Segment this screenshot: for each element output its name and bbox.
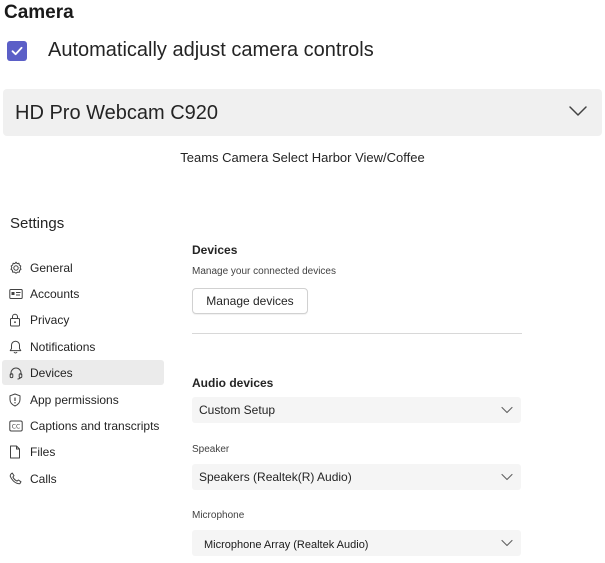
microphone-label: Microphone [192,510,245,521]
sidebar-item-label: Privacy [30,312,70,327]
manage-devices-button[interactable]: Manage devices [192,288,308,314]
sidebar-item-calls[interactable]: Calls [2,466,164,491]
chevron-down-icon [569,106,587,116]
gear-icon [9,260,29,276]
auto-adjust-label[interactable]: Automatically adjust camera controls [48,39,374,62]
checkmark-icon [11,46,23,56]
sidebar-item-label: App permissions [30,392,119,407]
sidebar-item-accounts[interactable]: Accounts [2,281,164,306]
settings-title: Settings [10,215,65,232]
sidebar-item-label: Notifications [30,339,96,354]
cc-icon: CC [9,418,29,434]
sidebar-item-label: Accounts [30,286,80,301]
background-caption: Teams Camera Select Harbor View/Coffee [180,150,425,165]
chevron-down-icon [501,406,513,414]
file-icon [9,444,29,460]
audio-devices-title: Audio devices [192,376,274,390]
sidebar-item-label: General [30,260,73,275]
lock-icon [9,312,29,328]
bell-icon [9,339,29,355]
section-divider [192,333,522,334]
sidebar-item-devices[interactable]: Devices [2,360,164,385]
sidebar-item-notifications[interactable]: Notifications [2,334,164,359]
phone-icon [9,471,29,487]
speaker-label: Speaker [192,444,230,455]
devices-subtitle: Manage your connected devices [192,266,336,277]
shield-icon [9,392,29,408]
sidebar-item-general[interactable]: General [2,255,164,280]
svg-text:CC: CC [12,423,20,430]
sidebar-item-label: Calls [30,471,57,486]
camera-select[interactable]: HD Pro Webcam C920 [3,89,602,136]
auto-adjust-checkbox[interactable] [7,41,27,61]
sidebar-item-label: Devices [30,365,73,380]
chevron-down-icon [501,539,513,547]
chevron-down-icon [501,473,513,481]
sidebar-item-privacy[interactable]: Privacy [2,307,164,332]
microphone-value: Microphone Array (Realtek Audio) [204,539,369,551]
devices-title: Devices [192,243,238,257]
sidebar-item-label: Captions and transcripts [30,418,160,433]
audio-setup-select[interactable]: Custom Setup [192,397,521,423]
sidebar-item-files[interactable]: Files [2,439,164,464]
microphone-select[interactable]: Microphone Array (Realtek Audio) [192,530,521,556]
camera-select-value: HD Pro Webcam C920 [15,102,219,124]
speaker-value: Speakers (Realtek(R) Audio) [199,470,352,484]
camera-title: Camera [4,2,74,23]
sidebar-item-captions[interactable]: CC Captions and transcripts [2,413,164,438]
id-card-icon [9,286,29,302]
sidebar-item-label: Files [30,444,56,459]
audio-setup-value: Custom Setup [199,403,276,417]
headset-icon [9,365,29,381]
sidebar-item-app-permissions[interactable]: App permissions [2,387,164,412]
speaker-select[interactable]: Speakers (Realtek(R) Audio) [192,464,521,490]
